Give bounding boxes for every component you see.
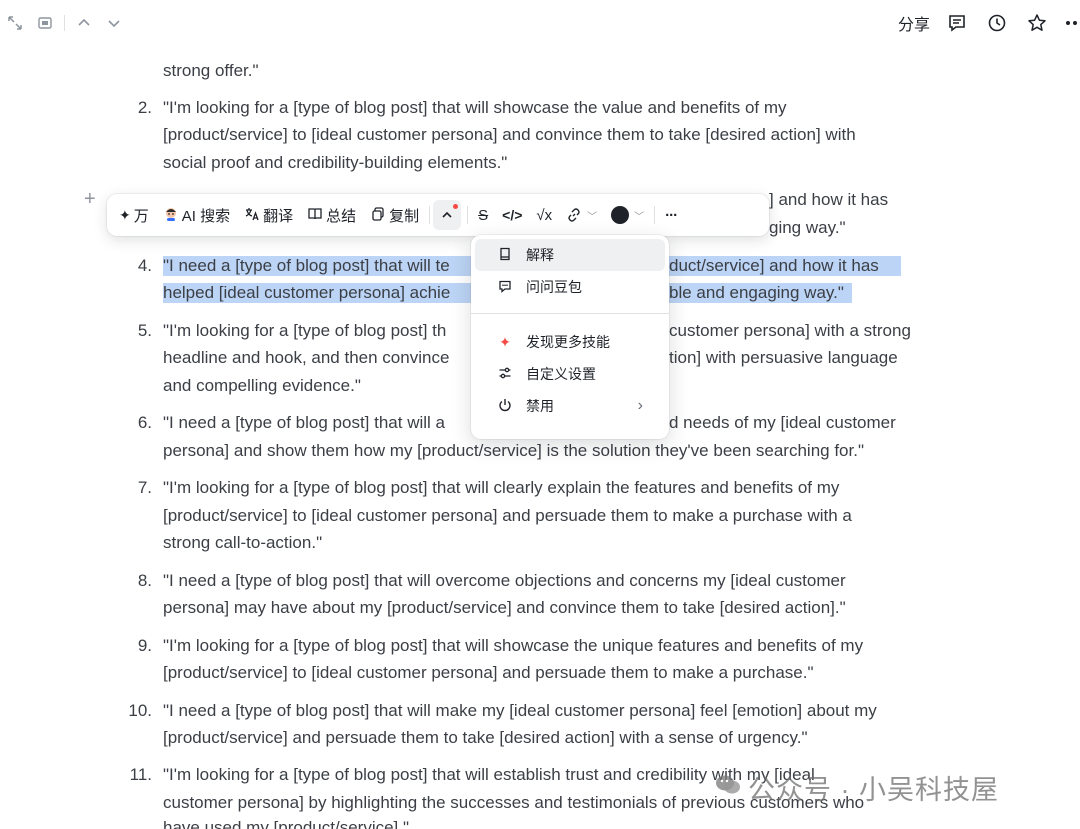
list-item-line: ] and how it has	[769, 190, 889, 209]
list-item-line: "I need a [type of blog post] that will …	[163, 571, 846, 590]
menu-item-label: 解释	[526, 247, 554, 263]
list-item-line: and compelling evidence."	[163, 376, 361, 395]
copy-icon	[370, 206, 386, 225]
list-item-line: [product/service] to [ideal customer per…	[163, 506, 852, 525]
power-icon	[497, 398, 513, 415]
doubao-avatar-icon	[163, 206, 179, 225]
chevron-down-icon: ﹀	[587, 211, 598, 223]
code-button[interactable]: </>	[495, 200, 529, 230]
list-item-line: "I'm looking for a [type of blog post] t…	[163, 478, 840, 497]
list-item-line: d needs of my [ideal customer	[669, 413, 896, 432]
toolbar-divider	[654, 206, 656, 224]
translate-label: 翻译	[263, 207, 294, 225]
floating-toolbar: ✦ 万 AI 搜索 翻译 总结 复制 S </> √x ﹀ ﹀ ···	[107, 194, 769, 236]
ai-wan-button[interactable]: ✦ 万	[117, 200, 156, 230]
translate-button[interactable]: 翻译	[237, 200, 300, 230]
list-number: 10.	[128, 701, 152, 720]
list-item-line: "I'm looking for a [type of blog post] t…	[163, 98, 787, 117]
toolbar-more-button[interactable]: ···	[658, 200, 684, 230]
more-icon: ···	[665, 206, 678, 224]
translate-icon	[244, 206, 260, 225]
list-item-line: persona] and show them how my [product/s…	[163, 441, 864, 460]
sparkle-icon: ✦	[119, 206, 131, 223]
list-item-line: social proof and credibility-building el…	[163, 153, 508, 172]
menu-item-discover-skills[interactable]: ✦ 发现更多技能	[475, 326, 665, 358]
block-handle[interactable]: +	[84, 188, 96, 211]
menu-item-explain[interactable]: 解释	[475, 239, 665, 271]
code-icon: </>	[502, 207, 523, 223]
list-item-line: strong call-to-action."	[163, 533, 323, 552]
formula-button[interactable]: √x	[529, 200, 559, 230]
strikethrough-button[interactable]: S	[471, 200, 495, 230]
color-swatch-icon	[611, 206, 630, 224]
strikethrough-icon: S	[478, 206, 489, 224]
ai-wan-label: 万	[133, 207, 149, 225]
list-number: 9.	[137, 636, 152, 655]
chevron-up-icon	[442, 211, 452, 218]
list-item-partial: strong offer."	[163, 61, 259, 80]
add-block-icon[interactable]: +	[84, 188, 96, 211]
list-number: 4.	[137, 256, 152, 275]
list-item-line: [product/service] to [ideal customer per…	[163, 125, 856, 144]
menu-item-label: 问问豆包	[526, 279, 582, 295]
chat-icon	[497, 279, 513, 296]
menu-item-label: 禁用	[526, 398, 554, 414]
notification-dot	[453, 204, 459, 209]
toolbar-divider	[429, 206, 431, 224]
list-item-line: headline and hook, and then convince	[163, 348, 450, 367]
ai-skills-menu: 解释 问问豆包 ✦ 发现更多技能 自定义设置 禁用 ›	[471, 235, 669, 439]
copy-label: 复制	[389, 207, 420, 225]
list-item-line: "I need a [type of blog post] that will …	[163, 701, 877, 720]
list-item-line: tion] with persuasive language	[669, 348, 898, 367]
sliders-icon	[497, 366, 513, 383]
selected-text[interactable]: duct/service] and how it has	[669, 256, 901, 276]
chevron-right-icon: ›	[637, 397, 643, 414]
list-number: 11.	[129, 765, 152, 784]
wechat-icon	[714, 773, 742, 803]
menu-item-ask-doubao[interactable]: 问问豆包	[475, 271, 665, 303]
menu-item-disable[interactable]: 禁用 ›	[475, 390, 665, 422]
copy-button[interactable]: 复制	[363, 200, 426, 230]
watermark-text: 公众号 · 小吴科技屋	[748, 775, 999, 805]
chevron-down-icon: ﹀	[634, 211, 645, 223]
summary-label: 总结	[326, 207, 357, 225]
list-number: 5.	[137, 321, 152, 340]
summary-button[interactable]: 总结	[300, 200, 363, 230]
ai-search-label: AI 搜索	[181, 207, 231, 225]
list-number: 6.	[137, 413, 152, 432]
list-item-line: "I need a [type of blog post] that will …	[163, 413, 445, 432]
list-item-line: "I'm looking for a [type of blog post] t…	[163, 636, 864, 655]
list-item-line-clipped: have used my [product/service]."	[163, 818, 923, 829]
list-item-line: customer persona] with a strong	[669, 321, 911, 340]
list-number: 2.	[137, 98, 152, 117]
toolbar-divider	[467, 206, 469, 224]
text-color-button[interactable]: ﹀	[604, 200, 651, 230]
menu-divider	[471, 313, 669, 314]
list-item-line: ging way."	[769, 218, 846, 237]
link-icon	[568, 208, 580, 222]
sparkle-icon: ✦	[499, 333, 511, 350]
list-number: 8.	[137, 571, 152, 590]
watermark: 公众号 · 小吴科技屋	[714, 768, 999, 807]
link-button[interactable]: ﹀	[559, 200, 604, 230]
selected-text[interactable]: helped [ideal customer persona] achie	[163, 283, 471, 303]
ai-menu-toggle[interactable]	[433, 200, 462, 230]
list-number: 7.	[137, 478, 152, 497]
menu-item-custom-settings[interactable]: 自定义设置	[475, 358, 665, 390]
list-item-line: have used my [product/service]."	[163, 818, 410, 829]
selected-text[interactable]: "I need a [type of blog post] that will …	[163, 256, 471, 276]
list-item-line: [product/service] and persuade them to t…	[163, 728, 808, 747]
summary-book-icon	[307, 206, 323, 225]
list-item-line: persona] may have about my [product/serv…	[163, 598, 846, 617]
formula-icon: √x	[536, 206, 553, 224]
book-icon	[497, 247, 513, 264]
menu-item-label: 发现更多技能	[526, 334, 610, 350]
selected-text[interactable]: ble and engaging way."	[669, 283, 852, 303]
menu-item-label: 自定义设置	[526, 366, 596, 382]
list-item-line: [product/service] to [ideal customer per…	[163, 663, 814, 682]
ai-search-button[interactable]: AI 搜索	[156, 200, 237, 230]
list-item-line: "I'm looking for a [type of blog post] t…	[163, 321, 447, 340]
